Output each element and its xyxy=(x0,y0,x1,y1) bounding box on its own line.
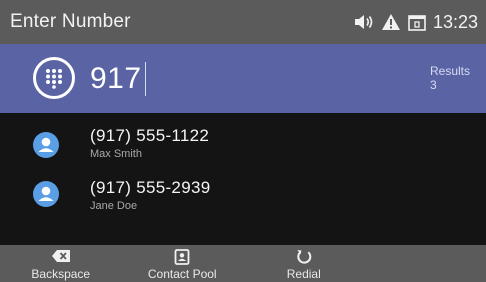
contact-name: Jane Doe xyxy=(90,200,138,212)
contact-results-list: (917) 555-1122 Max Smith (917) 555-2939 … xyxy=(0,113,486,245)
results-counter: Results 3 xyxy=(430,64,470,92)
contact-pool-button[interactable]: Contact Pool xyxy=(122,245,244,282)
speaker-volume-icon xyxy=(354,14,374,30)
softkey-bar: Backspace Contact Pool Redial xyxy=(0,245,486,282)
contact-card-icon xyxy=(122,249,244,265)
backspace-icon xyxy=(0,249,122,263)
text-caret xyxy=(144,62,146,96)
contact-number: (917) 555-2939 xyxy=(90,178,211,197)
results-label: Results xyxy=(430,64,471,78)
window-icon xyxy=(408,13,426,31)
redial-button[interactable]: Redial xyxy=(243,245,365,282)
number-input[interactable]: 917 xyxy=(90,59,146,99)
user-avatar-icon xyxy=(33,132,59,158)
backspace-button[interactable]: Backspace xyxy=(0,245,122,282)
screen-title: Enter Number xyxy=(10,11,131,32)
number-input-value: 917 xyxy=(90,62,142,95)
redial-label: Redial xyxy=(286,267,321,281)
redial-icon xyxy=(243,249,365,265)
results-count: 3 xyxy=(430,78,437,92)
user-avatar-icon xyxy=(33,181,59,207)
clock: 13:23 xyxy=(432,11,478,32)
number-entry-bar: 917 Results 3 xyxy=(0,44,486,113)
empty-softkey xyxy=(365,245,486,282)
status-indicators: 13:23 xyxy=(354,12,478,33)
warning-icon xyxy=(381,13,401,31)
phone-screen: Enter Number 13:23 917 Results 3 (917) 5… xyxy=(0,0,486,282)
list-item[interactable]: (917) 555-1122 Max Smith xyxy=(0,121,486,171)
status-bar: Enter Number 13:23 xyxy=(0,0,486,44)
backspace-label: Backspace xyxy=(31,267,91,281)
list-item[interactable]: (917) 555-2939 Jane Doe xyxy=(0,176,486,226)
contact-number: (917) 555-1122 xyxy=(90,126,210,145)
contact-pool-label: Contact Pool xyxy=(147,267,217,281)
keypad-icon[interactable] xyxy=(33,57,75,99)
contact-name: Max Smith xyxy=(90,148,142,160)
